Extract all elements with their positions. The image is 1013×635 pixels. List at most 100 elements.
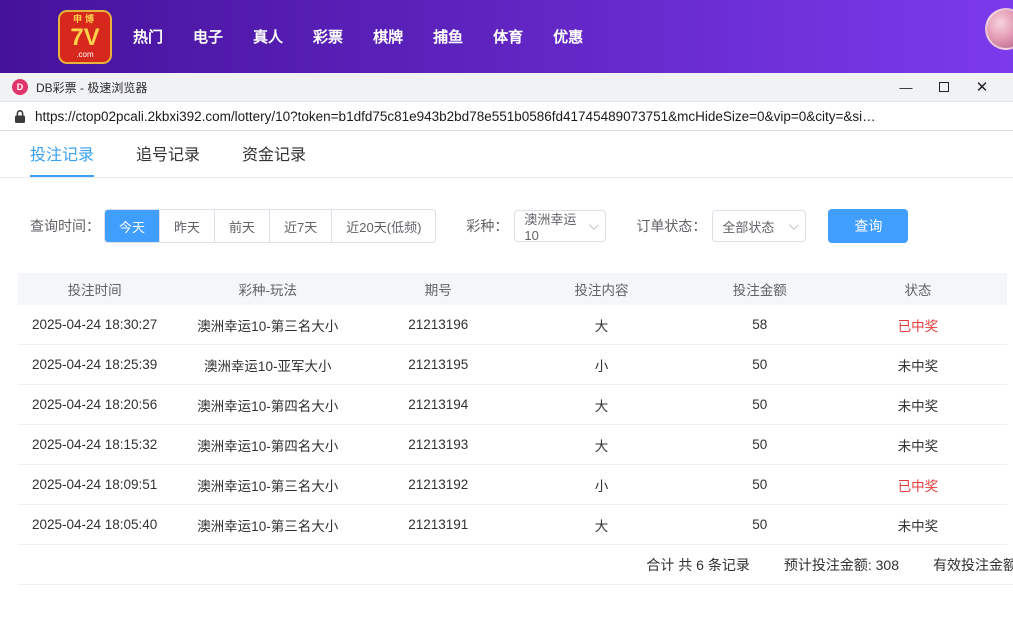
cell-amount: 50	[690, 517, 828, 532]
summary-valid-amount: 有效投注金额	[933, 555, 1013, 575]
cell-time: 2025-04-24 18:25:39	[18, 357, 171, 372]
cell-issue: 21213192	[364, 477, 512, 492]
cell-status: 未中奖	[829, 355, 1007, 375]
table-row: 2025-04-24 18:09:51澳洲幸运10-第三名大小21213192小…	[18, 465, 1007, 505]
chevron-down-icon	[589, 220, 599, 230]
browser-titlebar: D DB彩票 - 极速浏览器 — ✕	[0, 73, 1013, 102]
nav-item-7[interactable]: 体育	[493, 26, 523, 47]
cell-status: 未中奖	[829, 435, 1007, 455]
cell-status: 已中奖	[829, 475, 1007, 495]
table-header-cell: 彩种-玩法	[171, 279, 364, 299]
site-nav: 申博 7V .com 热门 电子 真人 彩票 棋牌 捕鱼 体育 优惠	[0, 0, 1013, 73]
cell-status: 已中奖	[829, 315, 1007, 335]
cell-play: 澳洲幸运10-第三名大小	[171, 515, 364, 535]
cell-play: 澳洲幸运10-亚军大小	[171, 355, 364, 375]
lottery-select[interactable]: 澳洲幸运10	[514, 210, 606, 242]
tab-bet-records[interactable]: 投注记录	[30, 131, 94, 177]
cell-time: 2025-04-24 18:05:40	[18, 517, 171, 532]
nav-item-1[interactable]: 热门	[133, 26, 163, 47]
record-tabs: 投注记录 追号记录 资金记录	[0, 131, 1013, 178]
lock-icon	[14, 109, 26, 124]
logo-brand-sub: .com	[76, 51, 93, 59]
table-header-cell: 投注内容	[512, 279, 690, 299]
cell-play: 澳洲幸运10-第三名大小	[171, 475, 364, 495]
browser-favicon-icon: D	[12, 79, 28, 95]
cell-play: 澳洲幸运10-第四名大小	[171, 435, 364, 455]
cell-content: 大	[512, 395, 690, 415]
logo-brand-top: 申博	[73, 15, 97, 24]
user-avatar[interactable]	[985, 8, 1013, 50]
summary-total-count: 合计 共 6 条记录	[646, 555, 749, 575]
cell-issue: 21213195	[364, 357, 512, 372]
table-header-cell: 投注时间	[18, 279, 171, 299]
table-summary: 合计 共 6 条记录 预计投注金额: 308 有效投注金额	[18, 545, 1013, 585]
table-row: 2025-04-24 18:05:40澳洲幸运10-第三名大小21213191大…	[18, 505, 1007, 545]
cell-play: 澳洲幸运10-第三名大小	[171, 315, 364, 335]
chevron-down-icon	[789, 220, 799, 230]
cell-content: 大	[512, 515, 690, 535]
cell-amount: 50	[690, 397, 828, 412]
cell-issue: 21213193	[364, 437, 512, 452]
cell-content: 小	[512, 355, 690, 375]
cell-status: 未中奖	[829, 395, 1007, 415]
table-header-cell: 投注金额	[690, 279, 828, 299]
order-status-value: 全部状态	[722, 217, 774, 236]
nav-item-3[interactable]: 真人	[253, 26, 283, 47]
lottery-filter-label: 彩种：	[466, 216, 508, 236]
table-row: 2025-04-24 18:20:56澳洲幸运10-第四名大小21213194大…	[18, 385, 1007, 425]
site-logo[interactable]: 申博 7V .com	[58, 10, 112, 64]
time-option-2[interactable]: 昨天	[159, 210, 214, 242]
minimize-button[interactable]: —	[887, 73, 925, 102]
bet-records-table: 投注时间彩种-玩法期号投注内容投注金额状态 2025-04-24 18:30:2…	[18, 273, 1007, 545]
filter-bar: 查询时间： 今天昨天前天近7天近20天(低频) 彩种： 澳洲幸运10 订单状态：…	[30, 209, 1013, 243]
window-controls: — ✕	[887, 73, 1001, 102]
time-filter-group: 今天昨天前天近7天近20天(低频)	[104, 209, 436, 243]
time-option-1[interactable]: 今天	[105, 210, 159, 242]
nav-menu: 热门 电子 真人 彩票 棋牌 捕鱼 体育 优惠	[118, 26, 598, 47]
cell-amount: 50	[690, 477, 828, 492]
time-option-5[interactable]: 近20天(低频)	[331, 210, 435, 242]
nav-item-5[interactable]: 棋牌	[373, 26, 403, 47]
cell-amount: 50	[690, 357, 828, 372]
maximize-button[interactable]	[925, 73, 963, 102]
table-header-cell: 状态	[829, 279, 1007, 299]
table-body: 2025-04-24 18:30:27澳洲幸运10-第三名大小21213196大…	[18, 305, 1007, 545]
nav-item-2[interactable]: 电子	[193, 26, 223, 47]
cell-time: 2025-04-24 18:15:32	[18, 437, 171, 452]
table-row: 2025-04-24 18:30:27澳洲幸运10-第三名大小21213196大…	[18, 305, 1007, 345]
address-input[interactable]: https://ctop02pcali.2kbxi392.com/lottery…	[35, 109, 999, 124]
table-row: 2025-04-24 18:15:32澳洲幸运10-第四名大小21213193大…	[18, 425, 1007, 465]
url-bar: https://ctop02pcali.2kbxi392.com/lottery…	[0, 102, 1013, 131]
search-button[interactable]: 查询	[828, 209, 908, 243]
tab-fund-records[interactable]: 资金记录	[242, 131, 306, 177]
cell-status: 未中奖	[829, 515, 1007, 535]
nav-item-6[interactable]: 捕鱼	[433, 26, 463, 47]
nav-item-8[interactable]: 优惠	[553, 26, 583, 47]
nav-item-4[interactable]: 彩票	[313, 26, 343, 47]
cell-time: 2025-04-24 18:20:56	[18, 397, 171, 412]
time-filter-label: 查询时间：	[30, 216, 100, 236]
table-header-cell: 期号	[364, 279, 512, 299]
cell-content: 大	[512, 435, 690, 455]
cell-time: 2025-04-24 18:09:51	[18, 477, 171, 492]
time-option-3[interactable]: 前天	[214, 210, 269, 242]
cell-content: 大	[512, 315, 690, 335]
cell-issue: 21213196	[364, 317, 512, 332]
lottery-select-value: 澳洲幸运10	[524, 209, 583, 243]
order-status-label: 订单状态：	[636, 216, 706, 236]
table-header: 投注时间彩种-玩法期号投注内容投注金额状态	[18, 273, 1007, 305]
logo-brand-main: 7V	[70, 26, 99, 50]
cell-issue: 21213194	[364, 397, 512, 412]
summary-expected-amount: 预计投注金额: 308	[784, 555, 899, 575]
tab-chase-records[interactable]: 追号记录	[136, 131, 200, 177]
close-button[interactable]: ✕	[963, 73, 1001, 102]
cell-amount: 58	[690, 317, 828, 332]
time-option-4[interactable]: 近7天	[269, 210, 331, 242]
order-status-select[interactable]: 全部状态	[712, 210, 806, 242]
table-row: 2025-04-24 18:25:39澳洲幸运10-亚军大小21213195小5…	[18, 345, 1007, 385]
window-title: DB彩票 - 极速浏览器	[36, 79, 147, 96]
maximize-icon	[939, 82, 949, 92]
cell-amount: 50	[690, 437, 828, 452]
cell-content: 小	[512, 475, 690, 495]
cell-play: 澳洲幸运10-第四名大小	[171, 395, 364, 415]
